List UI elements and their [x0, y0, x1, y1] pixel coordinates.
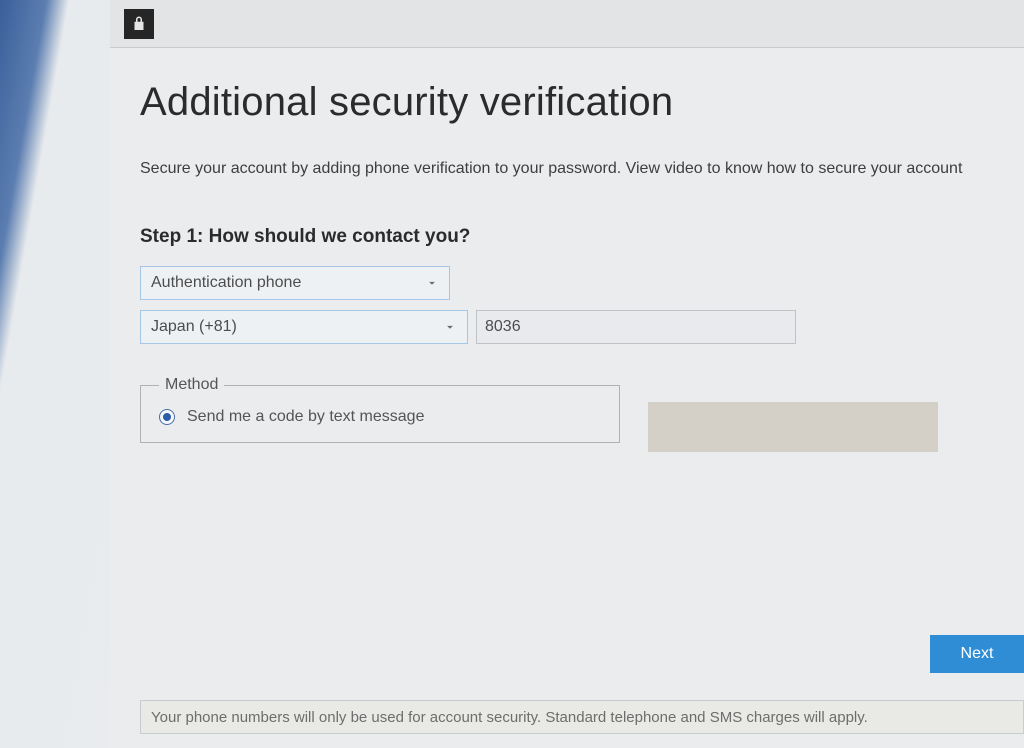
- method-option-sms[interactable]: Send me a code by text message: [159, 408, 601, 426]
- page-container: Additional security verification Secure …: [110, 0, 1024, 748]
- method-option-sms-label: Send me a code by text message: [187, 408, 424, 426]
- chevron-down-icon: [425, 276, 439, 290]
- radio-icon: [159, 409, 175, 425]
- chevron-down-icon: [443, 320, 457, 334]
- method-legend: Method: [159, 376, 224, 394]
- method-fieldset: Method Send me a code by text message: [140, 376, 620, 443]
- top-bar: [110, 0, 1024, 48]
- content-area: Additional security verification Secure …: [110, 48, 1024, 443]
- next-button[interactable]: Next: [930, 635, 1024, 673]
- contact-method-row: Authentication phone: [140, 266, 1024, 300]
- contact-method-value: Authentication phone: [151, 274, 301, 292]
- step-heading: Step 1: How should we contact you?: [140, 226, 1024, 248]
- country-code-select[interactable]: Japan (+81): [140, 310, 468, 344]
- phone-number-input[interactable]: [476, 310, 796, 344]
- footer-note: Your phone numbers will only be used for…: [140, 700, 1024, 734]
- lock-icon: [124, 9, 154, 39]
- contact-method-select[interactable]: Authentication phone: [140, 266, 450, 300]
- page-title: Additional security verification: [140, 80, 1024, 125]
- redacted-block: [648, 402, 938, 452]
- page-subtitle: Secure your account by adding phone veri…: [140, 157, 1024, 180]
- country-code-value: Japan (+81): [151, 318, 237, 336]
- phone-row: Japan (+81): [140, 310, 1024, 344]
